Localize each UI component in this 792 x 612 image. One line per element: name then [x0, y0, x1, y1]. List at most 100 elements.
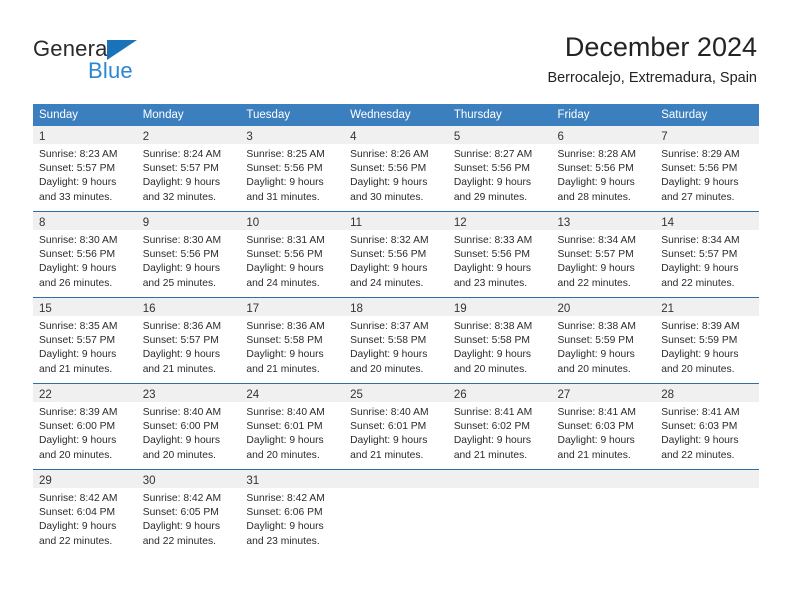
sunset-text: Sunset: 5:58 PM [246, 335, 323, 347]
day-cell[interactable]: 24 Sunrise: 8:40 AM Sunset: 6:01 PM Dayl… [240, 383, 345, 470]
day-number-band: 10 [240, 212, 345, 230]
sunset-text: Sunset: 6:04 PM [39, 507, 116, 519]
day-number: 27 [557, 389, 571, 401]
day-cell[interactable]: 29 Sunrise: 8:42 AM Sunset: 6:04 PM Dayl… [33, 469, 137, 555]
calendar-week-row: 29 Sunrise: 8:42 AM Sunset: 6:04 PM Dayl… [33, 469, 759, 555]
day-cell[interactable]: 1 Sunrise: 8:23 AM Sunset: 5:57 PM Dayli… [33, 126, 137, 212]
daylight-text-line2: and 33 minutes. [39, 191, 113, 203]
day-details: Sunrise: 8:39 AM Sunset: 5:59 PM Dayligh… [655, 316, 759, 377]
day-cell[interactable]: 20 Sunrise: 8:38 AM Sunset: 5:59 PM Dayl… [551, 297, 656, 384]
day-cell[interactable]: 26 Sunrise: 8:41 AM Sunset: 6:02 PM Dayl… [447, 383, 552, 470]
calendar-week-row: 8 Sunrise: 8:30 AM Sunset: 5:56 PM Dayli… [33, 211, 759, 298]
day-cell-empty [551, 469, 656, 555]
day-cell[interactable]: 13 Sunrise: 8:34 AM Sunset: 5:57 PM Dayl… [551, 211, 656, 298]
daylight-text-line1: Daylight: 9 hours [142, 435, 220, 447]
sunrise-text: Sunrise: 8:25 AM [246, 149, 325, 160]
day-number: 24 [246, 389, 260, 401]
day-cell[interactable]: 10 Sunrise: 8:31 AM Sunset: 5:56 PM Dayl… [240, 211, 345, 298]
day-cell-empty [655, 469, 759, 555]
day-cell[interactable]: 30 Sunrise: 8:42 AM Sunset: 6:05 PM Dayl… [136, 469, 241, 555]
day-cell[interactable]: 21 Sunrise: 8:39 AM Sunset: 5:59 PM Dayl… [655, 297, 759, 384]
daylight-text-line2: and 27 minutes. [661, 191, 735, 203]
day-details: Sunrise: 8:34 AM Sunset: 5:57 PM Dayligh… [655, 230, 759, 291]
sunset-text: Sunset: 5:56 PM [246, 249, 323, 261]
day-number-band: 7 [655, 126, 759, 144]
day-cell[interactable]: 31 Sunrise: 8:42 AM Sunset: 6:06 PM Dayl… [240, 469, 345, 555]
daylight-text-line1: Daylight: 9 hours [350, 177, 428, 189]
day-cell[interactable]: 12 Sunrise: 8:33 AM Sunset: 5:56 PM Dayl… [447, 211, 552, 298]
daylight-text-line1: Daylight: 9 hours [453, 263, 532, 275]
day-number: 31 [246, 475, 260, 487]
day-cell[interactable]: 28 Sunrise: 8:41 AM Sunset: 6:03 PM Dayl… [655, 383, 759, 470]
day-number-band [447, 470, 552, 488]
page-title: December 2024 [564, 32, 757, 62]
weekday-header-thursday: Thursday [447, 104, 552, 126]
day-cell-empty [344, 469, 448, 555]
day-number-band: 30 [136, 470, 241, 488]
day-cell[interactable]: 18 Sunrise: 8:37 AM Sunset: 5:58 PM Dayl… [344, 297, 448, 384]
day-details: Sunrise: 8:30 AM Sunset: 5:56 PM Dayligh… [33, 230, 137, 291]
day-cell[interactable]: 15 Sunrise: 8:35 AM Sunset: 5:57 PM Dayl… [33, 297, 137, 384]
sunrise-text: Sunrise: 8:42 AM [142, 493, 222, 504]
day-number-band: 11 [344, 212, 448, 230]
day-details: Sunrise: 8:41 AM Sunset: 6:03 PM Dayligh… [655, 402, 759, 463]
day-cell[interactable]: 22 Sunrise: 8:39 AM Sunset: 6:00 PM Dayl… [33, 383, 137, 470]
day-cell[interactable]: 23 Sunrise: 8:40 AM Sunset: 6:00 PM Dayl… [136, 383, 241, 470]
day-number: 21 [661, 303, 675, 315]
day-number: 6 [557, 131, 564, 143]
day-cell[interactable]: 14 Sunrise: 8:34 AM Sunset: 5:57 PM Dayl… [655, 211, 759, 298]
day-number: 3 [246, 131, 253, 143]
daylight-text-line2: and 28 minutes. [557, 191, 631, 203]
day-details: Sunrise: 8:37 AM Sunset: 5:58 PM Dayligh… [344, 316, 448, 377]
daylight-text-line2: and 24 minutes. [246, 277, 320, 289]
day-number-band: 2 [136, 126, 241, 144]
day-details: Sunrise: 8:41 AM Sunset: 6:02 PM Dayligh… [448, 402, 552, 463]
day-cell[interactable]: 3 Sunrise: 8:25 AM Sunset: 5:56 PM Dayli… [240, 126, 345, 212]
day-cell[interactable]: 9 Sunrise: 8:30 AM Sunset: 5:56 PM Dayli… [136, 211, 241, 298]
daylight-text-line1: Daylight: 9 hours [661, 177, 739, 189]
day-cell[interactable]: 7 Sunrise: 8:29 AM Sunset: 5:56 PM Dayli… [655, 126, 759, 212]
day-number-band [551, 470, 656, 488]
daylight-text-line1: Daylight: 9 hours [661, 263, 739, 275]
day-number: 17 [246, 303, 260, 315]
sunrise-text: Sunrise: 8:30 AM [39, 235, 118, 246]
day-details: Sunrise: 8:40 AM Sunset: 6:00 PM Dayligh… [137, 402, 241, 463]
day-number-band: 12 [447, 212, 552, 230]
day-number-band: 26 [447, 384, 552, 402]
day-number: 23 [142, 389, 156, 401]
sunrise-text: Sunrise: 8:40 AM [350, 407, 429, 418]
day-cell[interactable]: 16 Sunrise: 8:36 AM Sunset: 5:57 PM Dayl… [136, 297, 241, 384]
daylight-text-line2: and 31 minutes. [246, 191, 320, 203]
day-cell[interactable]: 5 Sunrise: 8:27 AM Sunset: 5:56 PM Dayli… [447, 126, 552, 212]
day-number: 10 [246, 217, 260, 229]
day-cell[interactable]: 11 Sunrise: 8:32 AM Sunset: 5:56 PM Dayl… [344, 211, 448, 298]
sunrise-text: Sunrise: 8:38 AM [557, 321, 636, 332]
calendar-page: General Blue December 2024 Berrocalejo, … [0, 0, 792, 612]
daylight-text-line2: and 29 minutes. [453, 191, 528, 203]
daylight-text-line2: and 23 minutes. [246, 535, 320, 547]
daylight-text-line1: Daylight: 9 hours [246, 177, 324, 189]
day-number: 5 [453, 131, 461, 143]
daylight-text-line2: and 22 minutes. [142, 535, 216, 547]
day-cell[interactable]: 8 Sunrise: 8:30 AM Sunset: 5:56 PM Dayli… [33, 211, 137, 298]
daylight-text-line2: and 20 minutes. [39, 449, 113, 461]
day-cell[interactable]: 4 Sunrise: 8:26 AM Sunset: 5:56 PM Dayli… [344, 126, 448, 212]
sunrise-text: Sunrise: 8:37 AM [350, 321, 429, 332]
day-cell[interactable]: 25 Sunrise: 8:40 AM Sunset: 6:01 PM Dayl… [344, 383, 448, 470]
day-number: 19 [453, 303, 467, 315]
day-details: Sunrise: 8:26 AM Sunset: 5:56 PM Dayligh… [344, 144, 448, 205]
day-number: 2 [142, 131, 150, 143]
day-cell[interactable]: 27 Sunrise: 8:41 AM Sunset: 6:03 PM Dayl… [551, 383, 656, 470]
sunrise-text: Sunrise: 8:40 AM [246, 407, 325, 418]
day-cell[interactable]: 2 Sunrise: 8:24 AM Sunset: 5:57 PM Dayli… [136, 126, 241, 212]
day-number: 13 [557, 217, 571, 229]
sunset-text: Sunset: 6:01 PM [246, 421, 323, 433]
day-cell[interactable]: 6 Sunrise: 8:28 AM Sunset: 5:56 PM Dayli… [551, 126, 656, 212]
day-details: Sunrise: 8:29 AM Sunset: 5:56 PM Dayligh… [655, 144, 759, 205]
day-cell[interactable]: 17 Sunrise: 8:36 AM Sunset: 5:58 PM Dayl… [240, 297, 345, 384]
calendar-week-row: 22 Sunrise: 8:39 AM Sunset: 6:00 PM Dayl… [33, 383, 759, 470]
sunset-text: Sunset: 5:56 PM [453, 163, 530, 175]
generalblue-logo[interactable]: General Blue [33, 36, 213, 88]
day-cell[interactable]: 19 Sunrise: 8:38 AM Sunset: 5:58 PM Dayl… [447, 297, 552, 384]
day-number-band: 8 [33, 212, 137, 230]
